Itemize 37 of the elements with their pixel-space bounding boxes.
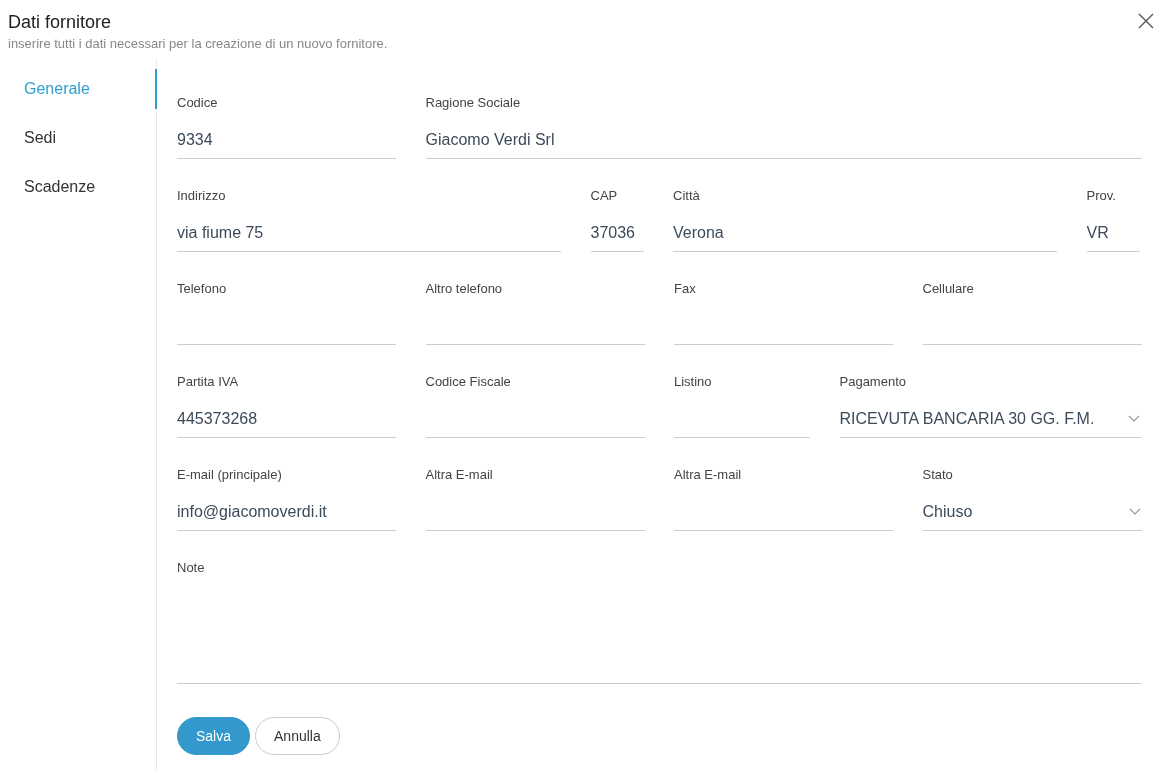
dialog-title: Dati fornitore xyxy=(8,11,112,33)
field-label: Pagamento xyxy=(839,374,907,390)
field-label: Codice xyxy=(177,95,219,111)
sidebar-tab[interactable]: Sedi xyxy=(0,118,157,158)
input-field[interactable]: VR xyxy=(1086,214,1140,252)
field-label: Cellulare xyxy=(922,281,975,297)
input-field[interactable]: Verona xyxy=(673,214,1057,252)
input-field[interactable]: info@giacomoverdi.it xyxy=(177,493,396,531)
dialog-subtitle: inserire tutti i dati necessari per la creazione di un nuovo fornitore. xyxy=(8,36,389,51)
field-label: Altra E-mail xyxy=(425,467,494,483)
input-field[interactable]: Giacomo Verdi Srl xyxy=(425,121,1142,159)
input-field[interactable]: 445373268 xyxy=(177,400,396,438)
field-label: Città xyxy=(673,188,701,204)
field-label: Codice Fiscale xyxy=(425,374,512,390)
field-label: Listino xyxy=(674,374,713,390)
field-label: CAP xyxy=(590,188,619,204)
field-label: Altra E-mail xyxy=(674,467,743,483)
select-field[interactable]: RICEVUTA BANCARIA 30 GG. F.M. xyxy=(839,400,1141,438)
input-field[interactable]: 37036 xyxy=(590,214,644,252)
input-field[interactable]: via fiume 75 xyxy=(177,214,561,252)
chevron-down-icon xyxy=(1127,415,1140,422)
field-label: Partita IVA xyxy=(177,374,240,390)
input-field[interactable]: 9334 xyxy=(177,121,396,159)
field-label: Telefono xyxy=(177,281,228,297)
field-label: Ragione Sociale xyxy=(425,95,522,111)
chevron-down-icon xyxy=(1128,508,1141,515)
field-label: Stato xyxy=(922,467,954,483)
field-label: Fax xyxy=(674,281,697,297)
cancel-button[interactable]: Annulla xyxy=(255,717,340,755)
select-field[interactable]: Chiuso xyxy=(922,493,1142,531)
field-label: Altro telefono xyxy=(425,281,504,297)
sidebar-tab[interactable]: Scadenze xyxy=(0,167,157,207)
close-icon[interactable] xyxy=(1138,13,1154,29)
field-label: Prov. xyxy=(1086,188,1117,204)
field-label: Indirizzo xyxy=(177,188,227,204)
field-label: Note xyxy=(177,560,206,576)
field-label: E-mail (principale) xyxy=(177,467,283,483)
